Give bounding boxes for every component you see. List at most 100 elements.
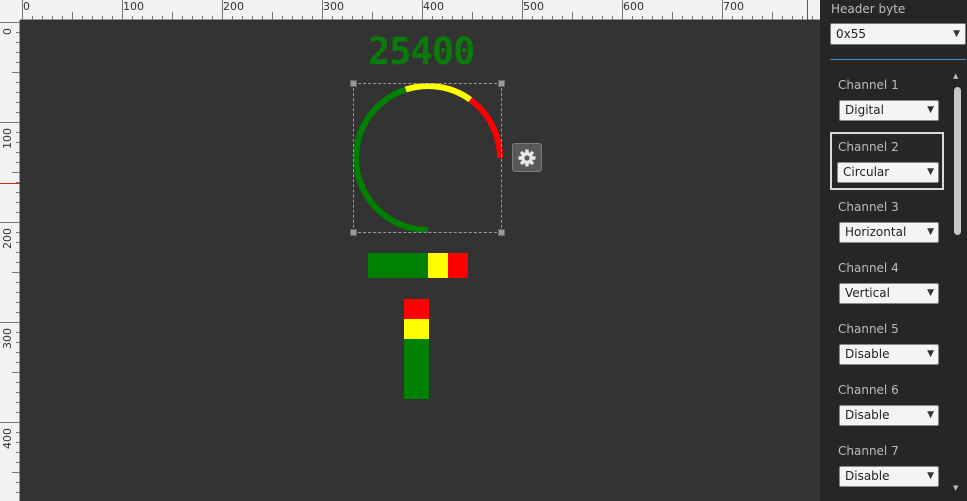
ruler-tick <box>782 16 783 20</box>
channel-type-select[interactable]: Circular ▼ <box>837 162 939 183</box>
ruler-tick <box>16 252 20 253</box>
ruler-label: 600 <box>623 0 644 13</box>
resize-handle-top-right[interactable] <box>498 80 505 87</box>
scroll-down-arrow-icon[interactable]: ▼ <box>953 484 958 492</box>
ruler-tick <box>82 16 83 20</box>
ruler-tick <box>362 16 363 20</box>
ruler-tick <box>16 142 20 143</box>
channel-list-scrollbar[interactable]: ▲ ▼ <box>950 70 964 501</box>
ruler-tick <box>752 16 753 20</box>
ruler-label: 200 <box>223 0 244 13</box>
ruler-tick <box>682 16 683 20</box>
selection-box[interactable] <box>350 80 505 236</box>
ruler-tick <box>342 16 343 20</box>
ruler-tick <box>16 262 20 263</box>
ruler-tick <box>16 362 20 363</box>
ruler-tick <box>732 16 733 20</box>
ruler-tick <box>16 92 20 93</box>
horizontal-bar-widget[interactable] <box>368 253 468 278</box>
ruler-tick <box>16 312 20 313</box>
ruler-tick <box>172 12 173 20</box>
channel-type-select[interactable]: Disable ▼ <box>839 405 939 426</box>
widget-settings-button[interactable] <box>512 143 542 172</box>
gear-icon <box>518 149 536 166</box>
design-canvas[interactable]: 0 100 200 300 400 500 600 700 0 100 200 300 400 254… <box>0 0 820 501</box>
ruler-tick <box>16 162 20 163</box>
ruler-tick <box>762 16 763 20</box>
ruler-tick <box>16 242 20 243</box>
ruler-tick <box>542 16 543 20</box>
ruler-label: 400 <box>423 0 444 13</box>
ruler-tick <box>522 0 523 20</box>
ruler-tick <box>212 16 213 20</box>
channel-type-select[interactable]: Vertical ▼ <box>839 283 939 304</box>
ruler-tick <box>182 16 183 20</box>
ruler-tick <box>612 16 613 20</box>
ruler-tick <box>452 16 453 20</box>
ruler-tick <box>352 16 353 20</box>
channel-type-select[interactable]: Disable ▼ <box>839 344 939 365</box>
channel-type-value: Vertical <box>845 286 890 300</box>
ruler-tick <box>462 16 463 20</box>
channel-6-row[interactable]: Channel 6 Disable ▼ <box>830 375 944 433</box>
channel-list: Channel 1 Digital ▼ Channel 2 Circular ▼ Chann… <box>830 70 954 501</box>
ruler-tick <box>42 16 43 20</box>
resize-handle-top-left[interactable] <box>350 80 357 87</box>
ruler-tick <box>392 16 393 20</box>
ruler-label: 0 <box>23 0 30 13</box>
ruler-tick <box>552 16 553 20</box>
channel-type-select[interactable]: Digital ▼ <box>839 100 939 121</box>
header-byte-select[interactable]: 0x55 ▼ <box>830 23 966 45</box>
ruler-tick <box>16 82 20 83</box>
vertical-bar-widget[interactable] <box>404 299 429 399</box>
channel-type-select[interactable]: Horizontal ▼ <box>839 222 939 243</box>
channel-3-row[interactable]: Channel 3 Horizontal ▼ <box>830 192 944 250</box>
channel-2-row[interactable]: Channel 2 Circular ▼ <box>830 132 944 190</box>
ruler-label: 300 <box>1 328 14 349</box>
ruler-tick <box>12 172 20 173</box>
ruler-tick <box>32 16 33 20</box>
bar-segment <box>404 339 429 399</box>
scrollbar-thumb[interactable] <box>954 87 961 235</box>
ruler-tick <box>472 12 473 20</box>
scroll-up-arrow-icon[interactable]: ▲ <box>953 72 958 80</box>
channel-4-row[interactable]: Channel 4 Vertical ▼ <box>830 253 944 311</box>
chevron-down-icon: ▼ <box>927 349 934 359</box>
chevron-down-icon: ▼ <box>927 410 934 420</box>
ruler-tick <box>0 22 20 23</box>
channel-1-row[interactable]: Channel 1 Digital ▼ <box>830 70 944 128</box>
ruler-tick <box>16 452 20 453</box>
channel-7-row[interactable]: Channel 7 Disable ▼ <box>830 436 944 494</box>
vertical-ruler-marker <box>0 183 20 184</box>
ruler-tick <box>16 292 20 293</box>
channel-5-row[interactable]: Channel 5 Disable ▼ <box>830 314 944 372</box>
ruler-tick <box>622 0 623 20</box>
ruler-tick <box>322 0 323 20</box>
ruler-label: 200 <box>1 228 14 249</box>
ruler-tick <box>292 16 293 20</box>
horizontal-ruler-marker <box>807 0 808 20</box>
ruler-tick <box>16 102 20 103</box>
channel-type-select[interactable]: Disable ▼ <box>839 466 939 487</box>
resize-handle-bottom-right[interactable] <box>498 229 505 236</box>
resize-handle-bottom-left[interactable] <box>350 229 357 236</box>
properties-panel: Header byte 0x55 ▼ Channel 1 Digital ▼ Chan… <box>820 0 967 501</box>
ruler-tick <box>16 462 20 463</box>
ruler-tick <box>582 16 583 20</box>
ruler-tick <box>442 16 443 20</box>
ruler-tick <box>422 0 423 20</box>
ruler-tick <box>16 392 20 393</box>
ruler-tick <box>562 16 563 20</box>
ruler-tick <box>502 16 503 20</box>
ruler-tick <box>12 72 20 73</box>
ruler-tick <box>802 16 803 20</box>
ruler-tick <box>0 322 20 323</box>
ruler-tick <box>222 0 223 20</box>
ruler-tick <box>812 16 813 20</box>
ruler-tick <box>122 0 123 20</box>
digital-readout-widget[interactable]: 25400 <box>368 33 490 70</box>
vertical-ruler: 0 100 200 300 400 <box>0 0 20 501</box>
chevron-down-icon: ▼ <box>953 29 960 39</box>
ruler-tick <box>332 16 333 20</box>
bar-segment <box>404 299 429 319</box>
